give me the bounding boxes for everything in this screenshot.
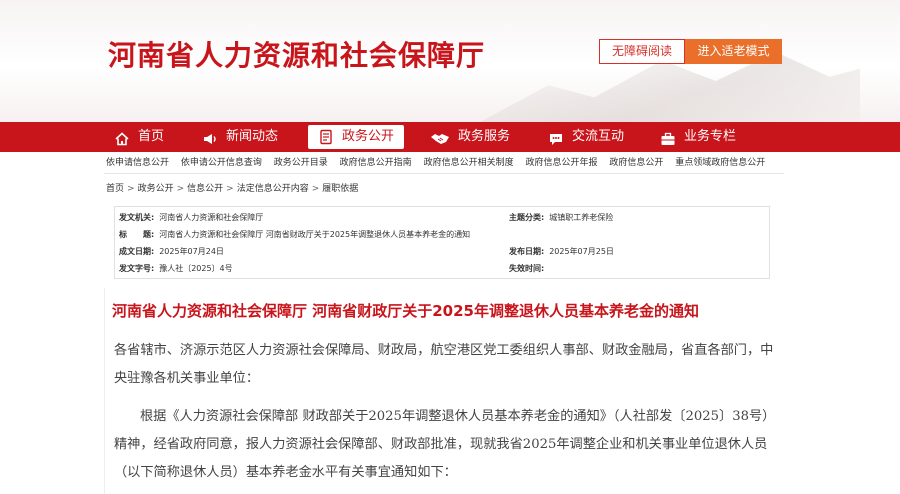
published-date-label: 发布日期: <box>509 247 545 256</box>
published-date-value: 2025年07月25日 <box>549 247 614 256</box>
subnav-item[interactable]: 政府信息公开 <box>609 158 663 168</box>
breadcrumb-item[interactable]: 法定信息公开内容 <box>237 184 309 194</box>
breadcrumb-separator: > <box>176 184 185 194</box>
doc-number-label: 发文字号: <box>119 264 155 273</box>
content-border <box>104 288 105 494</box>
home-icon <box>114 129 130 146</box>
title-row: 标 题: 河南省人力资源和社会保障厅 河南省财政厅关于2025年调整退休人员基本养… <box>119 227 470 243</box>
nav-item-label: 政务公开 <box>342 129 395 144</box>
sub-nav: 依申请信息公开 依申请公开信息查询 政务公开目录 政府信息公开指南 政府信息公开… <box>106 155 806 171</box>
briefcase-icon <box>660 129 676 145</box>
subnav-item[interactable]: 政府信息公开指南 <box>340 158 412 168</box>
nav-item-news[interactable]: 新闻动态 <box>202 122 278 152</box>
breadcrumb-separator: > <box>311 184 320 194</box>
created-date-label: 成文日期: <box>119 247 155 256</box>
created-date-row: 成文日期: 2025年07月24日 <box>119 244 224 260</box>
breadcrumb-item[interactable]: 首页 <box>106 184 124 194</box>
subnav-item[interactable]: 政府信息公开相关制度 <box>424 158 514 168</box>
title-label: 标 题: <box>119 230 155 239</box>
breadcrumb-item[interactable]: 履职依据 <box>322 184 358 194</box>
subnav-item[interactable]: 依申请公开信息查询 <box>181 158 262 168</box>
subnav-item[interactable]: 依申请信息公开 <box>106 158 169 168</box>
accessible-reading-button[interactable]: 无障碍阅读 <box>599 39 685 64</box>
nav-item-home[interactable]: 首页 <box>114 122 164 152</box>
site-title[interactable]: 河南省人力资源和社会保障厅 <box>108 34 485 74</box>
expire-label: 失效时间: <box>509 264 545 273</box>
breadcrumb: 首页 > 政务公开 > 信息公开 > 法定信息公开内容 > 履职依据 <box>106 181 358 194</box>
breadcrumb-item[interactable]: 信息公开 <box>187 184 223 194</box>
nav-item-label: 首页 <box>138 129 165 144</box>
site-header: 河南省人力资源和社会保障厅 无障碍阅读 进入适老模式 <box>0 0 900 122</box>
article-paragraph: 根据《人力资源社会保障部 财政部关于2025年调整退休人员基本养老金的通知》（人… <box>114 409 769 480</box>
topic-label: 主题分类: <box>509 213 545 222</box>
breadcrumb-item[interactable]: 政务公开 <box>138 184 174 194</box>
published-date-row: 发布日期: 2025年07月25日 <box>509 244 614 260</box>
nav-item-gov-affairs-public[interactable]: 政务公开 <box>308 125 405 149</box>
nav-item-interaction[interactable]: 交流互动 <box>548 122 624 152</box>
breadcrumb-separator: > <box>226 184 234 194</box>
issuer-label: 发文机关: <box>119 213 155 222</box>
nav-item-label: 政务服务 <box>458 129 511 144</box>
handshake-icon <box>430 129 450 145</box>
title-value: 河南省人力资源和社会保障厅 河南省财政厅关于2025年调整退休人员基本养老金的通… <box>159 230 471 239</box>
article-paragraph: 各省辖市、济源示范区人力资源社会保障局、财政局，航空港区党工委组织人事部、财政金… <box>114 343 774 386</box>
issuer-value: 河南省人力资源和社会保障厅 <box>159 213 264 222</box>
document-info-box: 发文机关: 河南省人力资源和社会保障厅 主题分类: 城镇职工养老保险 标 题: 河南省… <box>114 206 770 279</box>
document-icon <box>318 129 334 145</box>
elder-mode-button[interactable]: 进入适老模式 <box>685 39 782 64</box>
nav-item-gov-services[interactable]: 政务服务 <box>430 122 510 152</box>
main-nav: 首页 新闻动态 政务公开 政务服务 交流互动 业务专栏 <box>0 122 900 152</box>
chat-icon <box>548 129 564 145</box>
nav-item-label: 交流互动 <box>572 129 625 144</box>
topic-row: 主题分类: 城镇职工养老保险 <box>509 210 613 226</box>
nav-item-special-columns[interactable]: 业务专栏 <box>660 122 736 152</box>
issuer-row: 发文机关: 河南省人力资源和社会保障厅 <box>119 210 263 226</box>
megaphone-icon <box>202 129 218 145</box>
subnav-item[interactable]: 政府信息公开年报 <box>525 158 597 168</box>
nav-item-label: 新闻动态 <box>226 129 279 144</box>
doc-number-row: 发文字号: 豫人社〔2025〕4号 <box>119 261 233 277</box>
nav-item-label: 业务专栏 <box>684 129 737 144</box>
article-title: 河南省人力资源和社会保障厅 河南省财政厅关于2025年调整退休人员基本养老金的通… <box>112 302 699 320</box>
doc-number-value: 豫人社〔2025〕4号 <box>159 264 233 273</box>
expire-row: 失效时间: <box>509 261 549 277</box>
subnav-item[interactable]: 政务公开目录 <box>274 158 328 168</box>
created-date-value: 2025年07月24日 <box>159 247 224 256</box>
breadcrumb-separator: > <box>127 184 135 194</box>
topic-value: 城镇职工养老保险 <box>549 213 614 222</box>
subnav-item[interactable]: 重点领域政府信息公开 <box>675 158 765 168</box>
divider <box>104 173 784 174</box>
